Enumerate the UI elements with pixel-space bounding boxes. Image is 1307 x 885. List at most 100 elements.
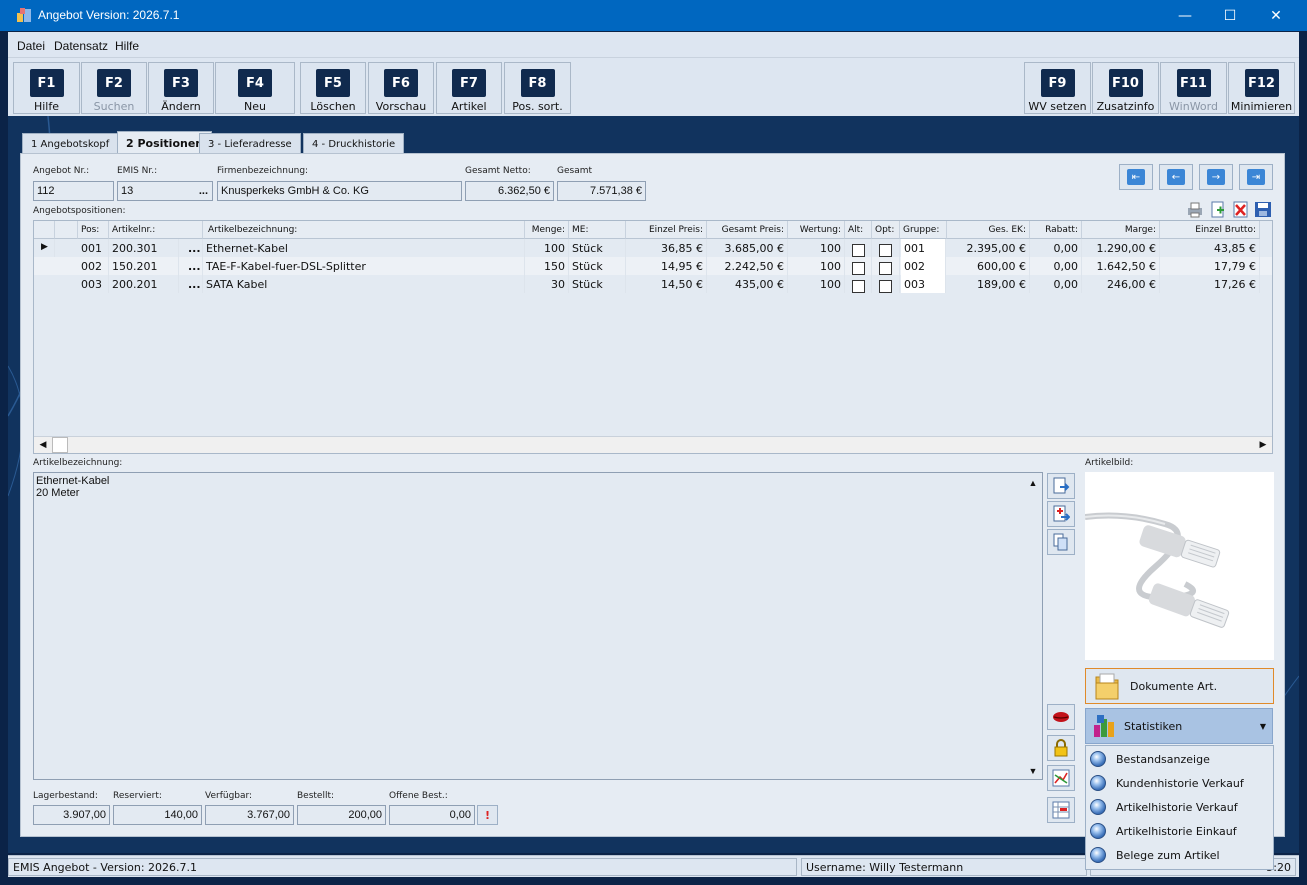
angebot-nr-field[interactable]: 112	[33, 181, 114, 201]
minimize-button[interactable]: —	[1162, 0, 1208, 31]
f2-suchen-button[interactable]: F2 Suchen	[81, 62, 147, 114]
scroll-up-icon[interactable]: ▲	[1025, 475, 1041, 491]
menu-item-bestandsanzeige[interactable]: Bestandsanzeige	[1086, 747, 1273, 771]
statistiken-button[interactable]: Statistiken ▼	[1085, 708, 1273, 744]
col-gesamt-preis[interactable]: Gesamt Preis:	[707, 221, 788, 239]
scroll-thumb[interactable]	[52, 437, 68, 453]
tab-druckhistorie[interactable]: 4 - Druckhistorie	[303, 133, 405, 153]
f10-zusatzinfo-button[interactable]: F10 Zusatzinfo	[1092, 62, 1159, 114]
table-row[interactable]: ▶ 001 200.301 ... Ethernet-Kabel 100 Stü…	[34, 239, 1272, 257]
cell-rabatt: 0,00	[1030, 275, 1082, 293]
emis-lookup-button[interactable]: ...	[199, 185, 208, 197]
tab-positionen[interactable]: 2 Positionen	[117, 131, 213, 154]
nav-prev-button[interactable]: ←	[1159, 164, 1193, 190]
delete-row-icon[interactable]	[1232, 201, 1250, 218]
insert-text-button[interactable]	[1047, 473, 1075, 499]
folder-icon	[1095, 673, 1119, 700]
dokumente-art-button[interactable]: Dokumente Art.	[1085, 668, 1274, 704]
alt-checkbox[interactable]	[845, 239, 872, 257]
cell-gruppe[interactable]: 001	[901, 239, 946, 257]
description-textarea[interactable]: Ethernet-Kabel 20 Meter ▲ ▼	[33, 472, 1043, 780]
artnr-lookup-button[interactable]: ...	[185, 275, 203, 293]
firma-field[interactable]: Knusperkeks GmbH & Co. KG	[217, 181, 462, 201]
scroll-down-icon[interactable]: ▼	[1025, 763, 1041, 779]
maximize-button[interactable]: ☐	[1207, 0, 1253, 31]
f6-vorschau-button[interactable]: F6 Vorschau	[368, 62, 434, 114]
alt-checkbox[interactable]	[845, 257, 872, 275]
menu-item-artikelhistorie-einkauf[interactable]: Artikelhistorie Einkauf	[1086, 819, 1273, 843]
print-icon[interactable]	[1186, 201, 1204, 218]
artnr-lookup-button[interactable]: ...	[185, 239, 203, 257]
menu-item-kundenhistorie-verkauf[interactable]: Kundenhistorie Verkauf	[1086, 771, 1273, 795]
f8-pos-sort-button[interactable]: F8 Pos. sort.	[504, 62, 571, 114]
table-row[interactable]: 002 150.201 ... TAE-F-Kabel-fuer-DSL-Spl…	[34, 257, 1272, 275]
f4-neu-button[interactable]: F4 Neu	[215, 62, 295, 114]
f11-winword-button[interactable]: F11 WinWord	[1160, 62, 1227, 114]
horizontal-scrollbar[interactable]: ◀ ▶	[34, 436, 1272, 453]
bestellt-label: Bestellt:	[297, 791, 335, 801]
nav-last-button[interactable]: ⇥	[1239, 164, 1273, 190]
nav-first-button[interactable]: ⇤	[1119, 164, 1153, 190]
lips-button[interactable]	[1047, 704, 1075, 730]
menu-hilfe[interactable]: Hilfe	[115, 39, 139, 53]
col-wertung[interactable]: Wertung:	[788, 221, 845, 239]
cell-bez: Ethernet-Kabel	[203, 239, 525, 257]
col-opt[interactable]: Opt:	[872, 221, 900, 239]
positions-table: Pos: Artikelnr.: Artikelbezeichnung: Men…	[33, 220, 1273, 454]
add-text-button[interactable]	[1047, 501, 1075, 527]
cell-gesamt: 3.685,00 €	[707, 239, 788, 257]
lock-button[interactable]	[1047, 735, 1075, 761]
cell-pos: 002	[78, 257, 109, 275]
artnr-lookup-button[interactable]: ...	[185, 257, 203, 275]
menu-item-belege-zum-artikel[interactable]: Belege zum Artikel	[1086, 843, 1273, 867]
f7-artikel-button[interactable]: F7 Artikel	[436, 62, 502, 114]
alert-icon[interactable]: !	[477, 805, 498, 825]
col-ges-ek[interactable]: Ges. EK:	[947, 221, 1030, 239]
opt-checkbox[interactable]	[872, 239, 900, 257]
f1-hilfe-button[interactable]: F1 Hilfe	[13, 62, 80, 114]
chart-button[interactable]	[1047, 765, 1075, 791]
menu-item-label: Bestandsanzeige	[1116, 752, 1210, 766]
copy-text-button[interactable]	[1047, 529, 1075, 555]
col-pos[interactable]: Pos:	[78, 221, 109, 239]
menu-datensatz[interactable]: Datensatz	[54, 39, 108, 53]
emis-nr-field[interactable]: 13...	[117, 181, 213, 201]
f5-loeschen-button[interactable]: F5 Löschen	[300, 62, 366, 114]
close-button[interactable]: ✕	[1253, 0, 1299, 31]
col-gruppe[interactable]: Gruppe:	[900, 221, 947, 239]
lips-icon	[1053, 712, 1069, 722]
cell-marge: 246,00 €	[1082, 275, 1160, 293]
nav-next-button[interactable]: →	[1199, 164, 1233, 190]
cell-gruppe[interactable]: 003	[901, 275, 946, 293]
document-arrow-icon	[1053, 477, 1070, 494]
opt-checkbox[interactable]	[872, 275, 900, 293]
scroll-left-icon[interactable]: ◀	[35, 437, 51, 453]
menu-item-artikelhistorie-verkauf[interactable]: Artikelhistorie Verkauf	[1086, 795, 1273, 819]
col-artikelnr[interactable]: Artikelnr.:	[109, 221, 203, 239]
col-menge[interactable]: Menge:	[525, 221, 569, 239]
vertical-scrollbar[interactable]: ▲ ▼	[1025, 473, 1042, 779]
alt-checkbox[interactable]	[845, 275, 872, 293]
col-artikelbezeichnung[interactable]: Artikelbezeichnung:	[203, 221, 525, 239]
f9-wv-setzen-button[interactable]: F9 WV setzen	[1024, 62, 1091, 114]
table-row[interactable]: 003 200.201 ... SATA Kabel 30 Stück 14,5…	[34, 275, 1272, 293]
col-einzel-brutto[interactable]: Einzel Brutto:	[1160, 221, 1260, 239]
cell-marge: 1.642,50 €	[1082, 257, 1160, 275]
col-rabatt[interactable]: Rabatt:	[1030, 221, 1082, 239]
calc-button[interactable]	[1047, 797, 1075, 823]
cell-gruppe[interactable]: 002	[901, 257, 946, 275]
save-icon[interactable]	[1254, 201, 1272, 218]
cell-einzel: 14,50 €	[626, 275, 707, 293]
scroll-right-icon[interactable]: ▶	[1255, 437, 1271, 453]
f12-minimieren-button[interactable]: F12 Minimieren	[1228, 62, 1295, 114]
tab-angebotskopf[interactable]: 1 Angebotskopf	[22, 133, 119, 153]
tab-lieferadresse[interactable]: 3 - Lieferadresse	[199, 133, 301, 153]
col-alt[interactable]: Alt:	[845, 221, 872, 239]
f3-aendern-button[interactable]: F3 Ändern	[148, 62, 214, 114]
col-marge[interactable]: Marge:	[1082, 221, 1160, 239]
col-einzel-preis[interactable]: Einzel Preis:	[626, 221, 707, 239]
col-me[interactable]: ME:	[569, 221, 626, 239]
new-row-icon[interactable]	[1209, 201, 1227, 218]
opt-checkbox[interactable]	[872, 257, 900, 275]
menu-datei[interactable]: Datei	[17, 39, 45, 53]
